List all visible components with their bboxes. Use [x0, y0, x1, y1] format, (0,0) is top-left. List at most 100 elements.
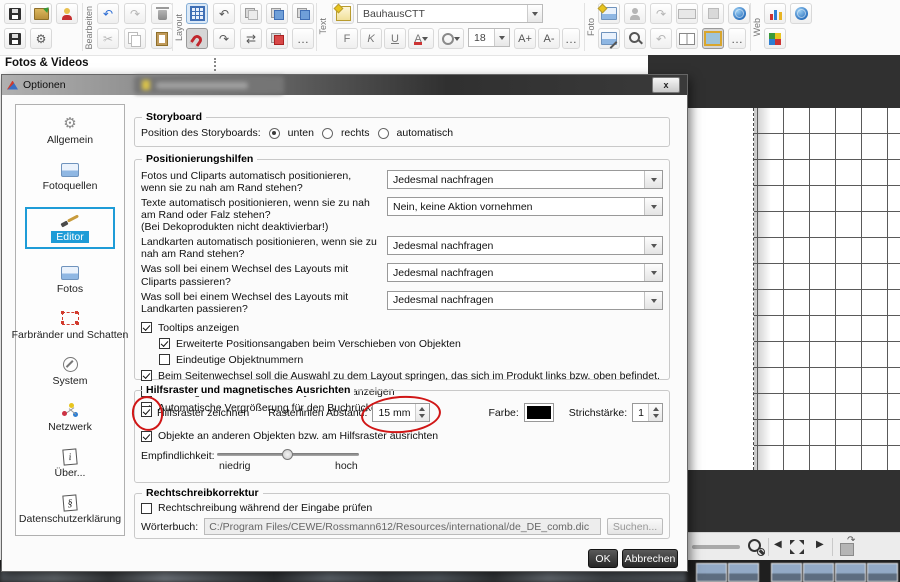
object-numbers-checkbox[interactable]: [159, 354, 170, 365]
positioning-select-2[interactable]: Jedesmal nachfragen: [387, 236, 663, 255]
radio-automatisch[interactable]: [378, 128, 389, 139]
radio-rechts[interactable]: [322, 128, 333, 139]
chevron-down-icon[interactable]: [644, 264, 662, 281]
snap-checkbox[interactable]: [141, 431, 152, 442]
dialog-titlebar[interactable]: Optionen x: [2, 75, 687, 95]
reset-layout-button[interactable]: [240, 3, 262, 24]
cancel-button[interactable]: Abbrechen: [622, 549, 678, 568]
extended-position-checkbox[interactable]: [159, 338, 170, 349]
cut-button[interactable]: ✂: [97, 28, 119, 49]
photo-thumbnail[interactable]: [835, 563, 866, 582]
stroke-width-spinner[interactable]: 1: [632, 403, 663, 422]
chevron-down-icon[interactable]: [644, 198, 662, 215]
photo-rotate-button[interactable]: ↷: [650, 3, 672, 24]
bring-forward-button[interactable]: [266, 3, 288, 24]
radio-unten[interactable]: [269, 128, 280, 139]
font-size-dropdown[interactable]: [494, 29, 509, 46]
positioning-select-1[interactable]: Nein, keine Aktion vornehmen: [387, 197, 663, 216]
chevron-down-icon[interactable]: [644, 292, 662, 309]
spellcheck-checkbox[interactable]: [141, 503, 152, 514]
photo-more-button[interactable]: …: [728, 28, 746, 49]
photo-thumbnail[interactable]: [803, 563, 834, 582]
page-preview-button[interactable]: ↷: [840, 543, 854, 556]
font-size-select[interactable]: 18: [468, 28, 510, 47]
sidebar-item-datenschutz[interactable]: § Datenschutzerklärung: [16, 494, 124, 525]
photo-edit-button[interactable]: [598, 28, 620, 49]
photo-flip-button[interactable]: ↶: [650, 28, 672, 49]
open-button[interactable]: [30, 3, 52, 24]
save-button[interactable]: [4, 3, 26, 24]
next-page-button[interactable]: ▶: [816, 539, 824, 550]
settings-button[interactable]: ⚙: [30, 28, 52, 49]
web-globe-button[interactable]: [790, 3, 812, 24]
spinner-arrows[interactable]: [648, 404, 662, 421]
album-page-canvas[interactable]: [688, 108, 900, 470]
person-search-button[interactable]: [624, 3, 646, 24]
layout-more-button[interactable]: …: [292, 28, 314, 49]
rotate-left-button[interactable]: ↶: [213, 3, 235, 24]
flip-button[interactable]: ⇄: [240, 28, 262, 49]
panel-splitter-handle[interactable]: [214, 58, 216, 71]
chevron-down-icon[interactable]: [644, 171, 662, 188]
italic-button[interactable]: K: [360, 28, 382, 49]
photo-thumbnail[interactable]: [696, 563, 727, 582]
account-button[interactable]: [56, 3, 78, 24]
redo-button[interactable]: ↷: [124, 3, 146, 24]
delete-button[interactable]: [151, 3, 173, 24]
text-more-button[interactable]: …: [562, 28, 580, 49]
web-stats-button[interactable]: [764, 3, 786, 24]
paste-button[interactable]: [151, 28, 173, 49]
magnet-toggle-button[interactable]: [186, 28, 208, 49]
tooltips-checkbox[interactable]: [141, 322, 152, 333]
sidebar-item-editor[interactable]: Editor: [25, 207, 115, 249]
grid-spacing-spinner[interactable]: 15 mm: [372, 403, 429, 422]
font-family-select[interactable]: BauhausCTT: [357, 4, 543, 23]
sidebar-item-system[interactable]: System: [16, 356, 124, 387]
close-button[interactable]: x: [652, 77, 680, 93]
copy-button[interactable]: [124, 28, 146, 49]
duplicate-photo-button[interactable]: [702, 3, 724, 24]
draw-grid-checkbox[interactable]: [141, 406, 152, 417]
underline-button[interactable]: U: [384, 28, 406, 49]
ok-button[interactable]: OK: [588, 549, 618, 568]
photo-thumbnail[interactable]: [728, 563, 759, 582]
spinner-arrows[interactable]: [415, 404, 429, 421]
positioning-select-0[interactable]: Jedesmal nachfragen: [387, 170, 663, 189]
chevron-down-icon[interactable]: [644, 237, 662, 254]
grid-color-swatch[interactable]: [524, 403, 554, 422]
zoom-magnifier-icon[interactable]: [748, 539, 765, 556]
sensitivity-slider[interactable]: niedrig hoch: [217, 448, 359, 472]
send-backward-button[interactable]: [292, 3, 314, 24]
font-color-button[interactable]: A: [408, 28, 434, 49]
save-as-button[interactable]: [4, 28, 26, 49]
photo-globe-button[interactable]: [728, 3, 750, 24]
fit-view-button[interactable]: [790, 540, 804, 554]
positioning-select-4[interactable]: Jedesmal nachfragen: [387, 291, 663, 310]
panorama-button[interactable]: [676, 3, 698, 24]
web-upload-button[interactable]: [764, 28, 786, 49]
outline-color-button[interactable]: [438, 28, 464, 49]
font-picker-button[interactable]: [332, 3, 354, 24]
photo-thumbnail[interactable]: [771, 563, 802, 582]
sidebar-item-netzwerk[interactable]: Netzwerk: [16, 402, 124, 433]
bold-button[interactable]: F: [336, 28, 358, 49]
increase-font-button[interactable]: A+: [514, 28, 536, 49]
browse-button[interactable]: Suchen...: [607, 518, 663, 535]
photo-thumbnail[interactable]: [867, 563, 898, 582]
slider-thumb[interactable]: [282, 449, 293, 460]
sidebar-item-fotoquellen[interactable]: Fotoquellen: [16, 161, 124, 192]
spread-view-button[interactable]: [676, 28, 698, 49]
positioning-select-3[interactable]: Jedesmal nachfragen: [387, 263, 663, 282]
dictionary-path-input[interactable]: C:/Program Files/CEWE/Rossmann612/Resour…: [204, 518, 601, 535]
sidebar-item-farbraender[interactable]: Farbränder und Schatten: [16, 310, 124, 341]
grid-toggle-button[interactable]: [186, 3, 208, 24]
prev-page-button[interactable]: ◀: [774, 539, 782, 550]
photo-zoom-button[interactable]: [624, 28, 646, 49]
frame-photo-button[interactable]: [702, 28, 724, 49]
page-change-checkbox[interactable]: [141, 370, 152, 381]
sidebar-item-allgemein[interactable]: ⚙ Allgemein: [16, 115, 124, 146]
sidebar-item-fotos[interactable]: Fotos: [16, 264, 124, 295]
remove-layout-button[interactable]: [266, 28, 288, 49]
sidebar-item-ueber[interactable]: i Über...: [16, 448, 124, 479]
add-photo-button[interactable]: [598, 3, 620, 24]
